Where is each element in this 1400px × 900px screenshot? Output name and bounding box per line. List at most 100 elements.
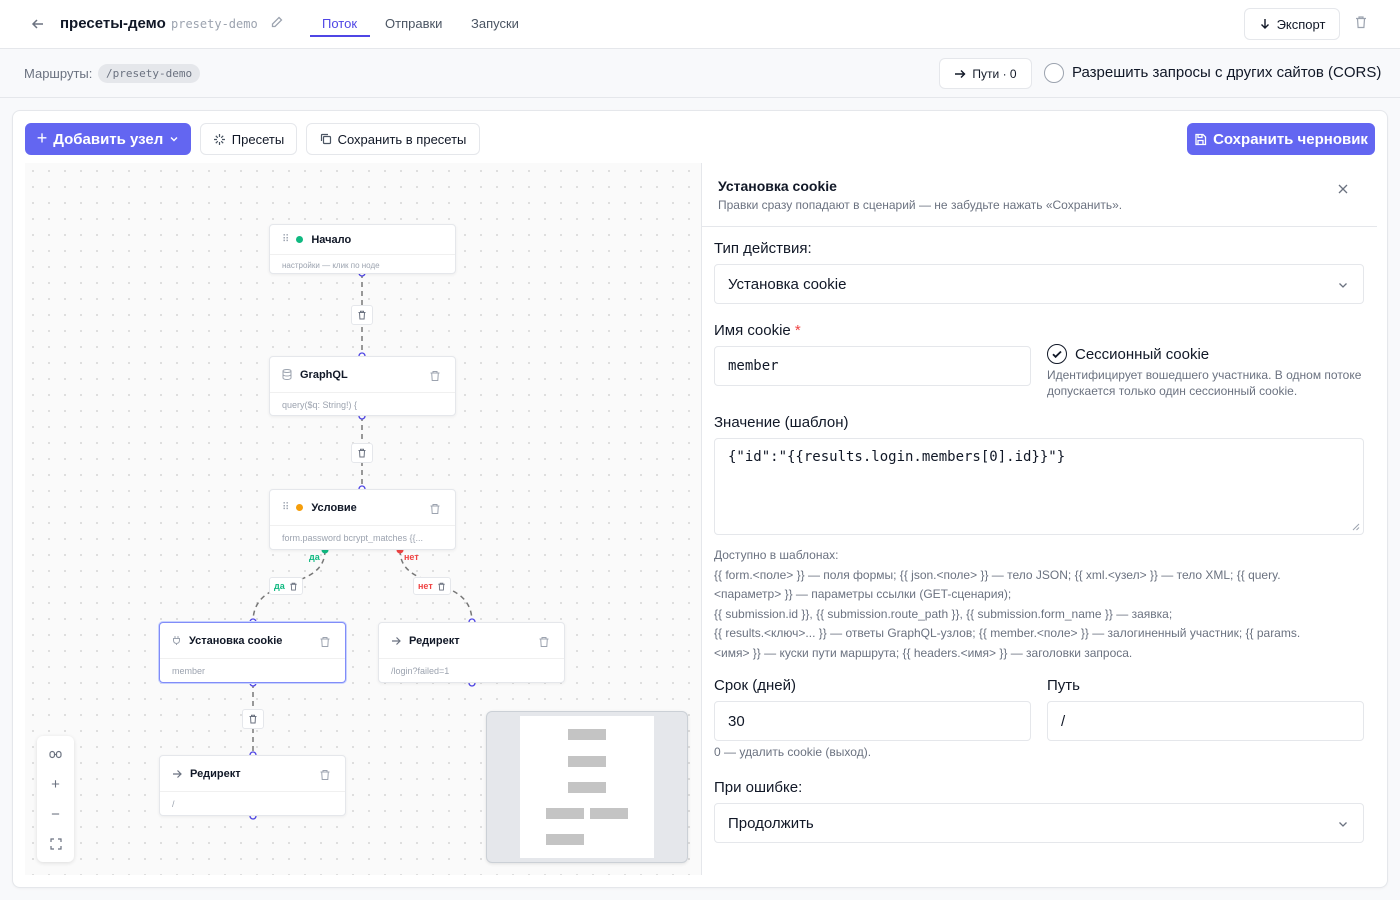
add-node-label: Добавить узел bbox=[53, 130, 164, 148]
templates-hint: Доступно в шаблонах: {{ form.<поле> }} —… bbox=[714, 546, 1364, 663]
trash-icon[interactable] bbox=[538, 635, 550, 647]
checkmark-icon bbox=[1052, 350, 1062, 359]
cookie-name-input[interactable]: member bbox=[714, 346, 1031, 386]
trash-icon[interactable] bbox=[319, 768, 331, 780]
node-start[interactable]: ⠿ Начало настройки — клик по ноде bbox=[269, 224, 456, 274]
minimap[interactable] bbox=[486, 711, 688, 863]
path-label: Путь bbox=[1047, 677, 1080, 694]
arrow-right-icon bbox=[955, 69, 966, 78]
routes-bar: Маршруты: /presety-demo Пути · 0 Разреши… bbox=[0, 49, 1400, 98]
templates-hint-title: Доступно в шаблонах: bbox=[714, 548, 839, 562]
action-type-label: Тип действия: bbox=[714, 240, 812, 257]
minimap-node bbox=[590, 808, 628, 819]
minimap-node bbox=[568, 782, 606, 793]
trash-icon[interactable] bbox=[1354, 15, 1370, 31]
templates-hint-line: <параметр> }} — параметры ссылки (GET-сц… bbox=[714, 587, 1012, 601]
edge-no-text: нет bbox=[418, 581, 433, 591]
save-draft-label: Сохранить черновик bbox=[1213, 130, 1368, 148]
node-redirect-ok-title: Редирект bbox=[190, 767, 241, 780]
edge-yes-text: да bbox=[274, 581, 285, 591]
node-start-header: ⠿ Начало bbox=[270, 225, 455, 255]
action-type-select[interactable]: Установка cookie bbox=[714, 264, 1364, 304]
paths-label: Пути · 0 bbox=[972, 66, 1017, 81]
save-to-presets-button[interactable]: Сохранить в пресеты bbox=[306, 123, 480, 155]
node-start-title: Начало bbox=[311, 233, 352, 246]
add-node-button[interactable]: + Добавить узел bbox=[25, 123, 191, 155]
trash-icon bbox=[249, 714, 257, 724]
edge-label-yes[interactable]: да bbox=[269, 577, 303, 595]
action-type-value: Установка cookie bbox=[728, 275, 847, 293]
status-dot-icon bbox=[296, 504, 304, 511]
path-input[interactable]: / bbox=[1047, 701, 1364, 741]
node-condition[interactable]: ⠿ Условие form.password bcrypt_matches {… bbox=[269, 489, 456, 550]
trash-icon[interactable] bbox=[429, 369, 441, 381]
save-draft-button[interactable]: Сохранить черновик bbox=[1187, 123, 1375, 155]
fit-view-link-icon[interactable] bbox=[37, 739, 74, 769]
node-set-cookie[interactable]: Установка cookie member bbox=[159, 622, 346, 683]
node-redirect-fail[interactable]: Редирект /login?failed=1 bbox=[378, 622, 565, 683]
download-arrow-icon bbox=[1260, 19, 1269, 29]
close-icon[interactable] bbox=[1337, 182, 1351, 196]
save-to-presets-label: Сохранить в пресеты bbox=[337, 131, 467, 147]
node-redirect-ok-header: Редирект bbox=[160, 756, 345, 792]
chevron-down-icon bbox=[1339, 822, 1347, 827]
tab-flow[interactable]: Поток bbox=[322, 16, 357, 31]
trash-icon[interactable] bbox=[429, 502, 441, 514]
zoom-out-icon[interactable]: − bbox=[37, 799, 74, 829]
back-arrow-icon[interactable] bbox=[28, 14, 48, 34]
on-error-select[interactable]: Продолжить bbox=[714, 803, 1364, 843]
node-graphql-title: GraphQL bbox=[300, 368, 348, 381]
days-hint: 0 — удалить cookie (выход). bbox=[714, 745, 872, 759]
edge-delete-button[interactable] bbox=[242, 709, 264, 729]
session-cookie-checkbox[interactable] bbox=[1047, 344, 1067, 364]
edge-delete-button[interactable] bbox=[351, 305, 373, 325]
zoom-in-icon[interactable]: + bbox=[37, 769, 74, 799]
session-cookie-label[interactable]: Сессионный cookie bbox=[1075, 346, 1209, 363]
drag-handle-icon[interactable]: ⠿ bbox=[282, 502, 289, 513]
active-tab-underline bbox=[310, 35, 370, 37]
required-mark: * bbox=[794, 322, 801, 339]
node-graphql-body: query($q: String!) { bbox=[282, 400, 358, 410]
panel-subtitle: Правки сразу попадают в сценарий — не за… bbox=[718, 198, 1123, 212]
edit-icon[interactable] bbox=[270, 15, 288, 33]
trash-icon[interactable] bbox=[437, 582, 446, 591]
minimap-viewport[interactable] bbox=[520, 716, 654, 858]
page-slug: presety-demo bbox=[171, 17, 258, 31]
node-set-cookie-header: Установка cookie bbox=[160, 623, 345, 659]
days-input[interactable]: 30 bbox=[714, 701, 1031, 741]
arrow-right-icon bbox=[392, 636, 401, 645]
node-graphql[interactable]: GraphQL query($q: String!) { bbox=[269, 356, 456, 416]
value-template-textarea[interactable]: {"id":"{{results.login.members[0].id}}"} bbox=[714, 438, 1364, 535]
node-set-cookie-body: member bbox=[172, 666, 206, 676]
days-label: Срок (дней) bbox=[714, 677, 796, 694]
route-chip[interactable]: /presety-demo bbox=[98, 64, 201, 83]
on-error-value: Продолжить bbox=[728, 814, 814, 832]
node-redirect-ok[interactable]: Редирект / bbox=[159, 755, 346, 816]
presets-label: Пресеты bbox=[231, 131, 285, 147]
minimap-node bbox=[546, 808, 584, 819]
trash-icon bbox=[358, 448, 366, 458]
arrow-right-icon bbox=[173, 769, 182, 778]
presets-button[interactable]: Пресеты bbox=[200, 123, 297, 155]
value-template-label: Значение (шаблон) bbox=[714, 414, 849, 431]
fullscreen-icon[interactable] bbox=[37, 829, 74, 859]
trash-icon[interactable] bbox=[289, 582, 298, 591]
resize-grip-icon[interactable] bbox=[1352, 523, 1360, 531]
templates-hint-line: {{ form.<поле> }} — поля формы; {{ json.… bbox=[714, 567, 1281, 582]
cors-checkbox[interactable] bbox=[1044, 63, 1064, 83]
templates-hint-line: {{ submission.id }}, {{ submission.route… bbox=[714, 606, 1173, 621]
tab-submissions[interactable]: Отправки bbox=[385, 16, 442, 31]
templates-hint-line: {{ results.<ключ>... }} — ответы GraphQL… bbox=[714, 626, 1301, 640]
trash-icon bbox=[358, 310, 366, 320]
node-condition-header: ⠿ Условие bbox=[270, 490, 455, 526]
copy-icon bbox=[320, 133, 331, 145]
edge-label-no[interactable]: нет bbox=[413, 577, 451, 595]
cookie-name-label: Имя cookie * bbox=[714, 322, 801, 339]
drag-handle-icon[interactable]: ⠿ bbox=[282, 234, 289, 245]
edge-delete-button[interactable] bbox=[351, 443, 373, 463]
export-button[interactable]: Экспорт bbox=[1244, 8, 1340, 40]
trash-icon[interactable] bbox=[319, 635, 331, 647]
tab-runs[interactable]: Запуски bbox=[471, 16, 519, 31]
cors-label[interactable]: Разрешить запросы с других сайтов (CORS) bbox=[1072, 64, 1381, 81]
paths-button[interactable]: Пути · 0 bbox=[939, 58, 1032, 89]
